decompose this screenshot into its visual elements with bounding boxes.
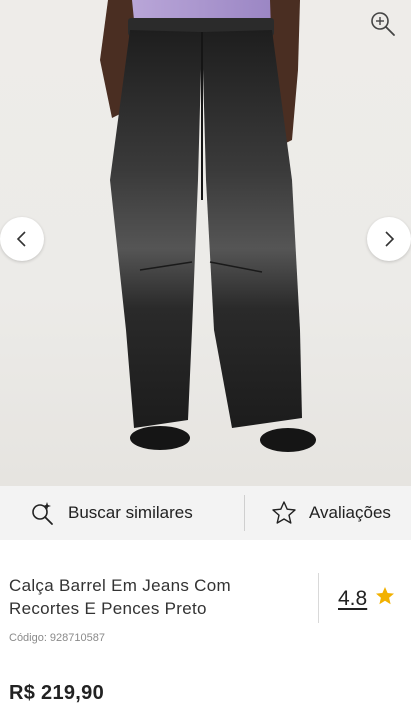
product-title: Calça Barrel Em Jeans Com Recortes E Pen… xyxy=(9,574,299,620)
rating-value: 4.8 xyxy=(338,586,368,610)
product-rating[interactable]: 4.8 xyxy=(338,586,395,611)
product-title-line-2: Recortes E Pences Preto xyxy=(9,599,207,618)
action-bar: Buscar similares Avaliações xyxy=(0,486,411,540)
star-outline-icon xyxy=(271,500,297,526)
next-image-button[interactable] xyxy=(367,217,411,261)
product-price: R$ 219,90 xyxy=(9,682,104,704)
find-similar-button[interactable]: Buscar similares xyxy=(0,486,244,540)
sparkle-search-icon xyxy=(30,500,56,526)
product-code-label: Código: xyxy=(9,632,47,644)
previous-image-button[interactable] xyxy=(0,217,44,261)
chevron-right-icon xyxy=(385,231,395,247)
product-code-value: 928710587 xyxy=(49,632,105,644)
product-title-line-1: Calça Barrel Em Jeans Com xyxy=(9,576,231,595)
rating-divider xyxy=(318,573,319,623)
reviews-button[interactable]: Avaliações xyxy=(245,486,411,540)
chevron-left-icon xyxy=(16,231,26,247)
zoom-in-icon[interactable] xyxy=(369,10,397,38)
find-similar-label: Buscar similares xyxy=(68,503,193,522)
reviews-label: Avaliações xyxy=(309,503,391,522)
product-photo-illustration xyxy=(100,0,316,452)
product-code: Código: 928710587 xyxy=(9,632,105,644)
star-filled-icon xyxy=(375,586,395,611)
product-image[interactable] xyxy=(0,0,411,486)
product-info: Calça Barrel Em Jeans Com Recortes E Pen… xyxy=(0,540,411,711)
